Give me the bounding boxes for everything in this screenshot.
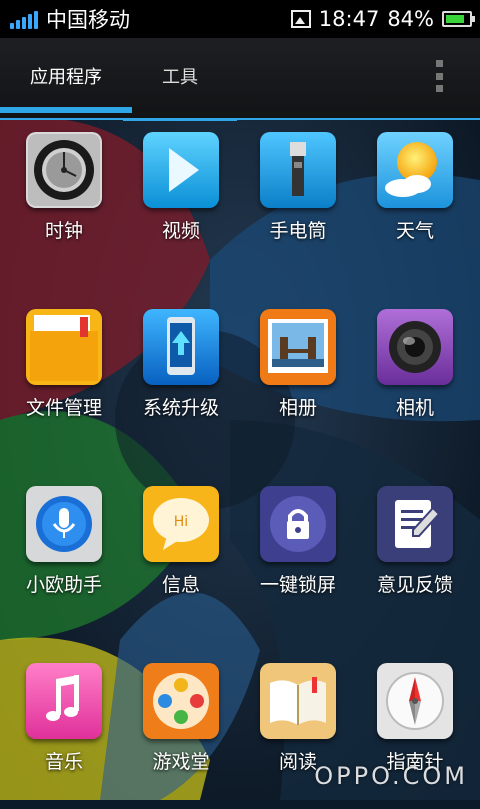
app-label: 意见反馈 <box>376 574 453 596</box>
app-feedback[interactable]: 意见反馈 <box>355 472 475 632</box>
gamepad-icon <box>143 663 219 739</box>
microphone-icon <box>26 486 102 562</box>
app-voice-assistant[interactable]: 小欧助手 <box>4 472 124 632</box>
app-label: 系统升级 <box>142 397 219 419</box>
app-music[interactable]: 音乐 <box>4 649 124 809</box>
app-system-update[interactable]: 系统升级 <box>121 295 241 455</box>
app-game-center[interactable]: 游戏堂 <box>121 649 241 809</box>
book-icon <box>260 663 336 739</box>
app-file-manager[interactable]: 文件管理 <box>4 295 124 455</box>
app-clock[interactable]: 时钟 <box>4 118 124 278</box>
message-bubble-icon: Hi <box>143 486 219 562</box>
app-gallery[interactable]: 相册 <box>238 295 358 455</box>
app-flashlight[interactable]: 手电筒 <box>238 118 358 278</box>
clock-icon <box>26 132 102 208</box>
music-note-icon <box>26 663 102 739</box>
app-video[interactable]: 视频 <box>121 118 241 278</box>
app-label: 相册 <box>278 397 317 419</box>
app-camera[interactable]: 相机 <box>355 295 475 455</box>
flashlight-icon <box>260 132 336 208</box>
app-label: 一键锁屏 <box>259 574 336 596</box>
tab-divider-line <box>123 119 237 121</box>
tab-tools-label: 工具 <box>162 67 198 88</box>
weather-sun-icon <box>377 132 453 208</box>
app-lock-screen[interactable]: 一键锁屏 <box>238 472 358 632</box>
tab-tools[interactable]: 工具 <box>125 38 235 114</box>
tab-apps-label: 应用程序 <box>30 67 102 88</box>
app-weather[interactable]: 天气 <box>355 118 475 278</box>
battery-icon <box>442 11 475 27</box>
image-notification-icon <box>290 10 311 28</box>
gallery-icon <box>260 309 336 385</box>
clock-time: 18:47 <box>318 7 380 31</box>
compass-icon <box>377 663 453 739</box>
app-label: 时钟 <box>44 220 83 242</box>
battery-percent: 84% <box>387 7 434 31</box>
camera-icon <box>377 309 453 385</box>
carrier-name: 中国移动 <box>46 8 130 32</box>
app-label: 天气 <box>395 220 434 242</box>
app-messages[interactable]: Hi 信息 <box>121 472 241 632</box>
app-label: 音乐 <box>44 751 83 773</box>
watermark: OPPO.COM <box>314 762 468 790</box>
app-label: 手电筒 <box>269 220 327 242</box>
app-grid: 时钟 视频 手电筒 天气 文件管理 系统升级 相册 相机 小欧助手 Hi 信息 … <box>0 118 480 800</box>
app-label: 信息 <box>161 574 200 596</box>
app-label: 视频 <box>161 220 200 242</box>
overflow-menu-icon[interactable] <box>436 60 444 92</box>
status-bar: 中国移动 18:47 84% <box>0 0 480 38</box>
lock-icon <box>260 486 336 562</box>
feedback-icon <box>377 486 453 562</box>
battery-fill <box>446 15 464 23</box>
app-label: 文件管理 <box>25 397 102 419</box>
video-play-icon <box>143 132 219 208</box>
app-label: 相机 <box>395 397 434 419</box>
app-label: 小欧助手 <box>25 574 102 596</box>
app-label: 游戏堂 <box>152 751 210 773</box>
tab-apps[interactable]: 应用程序 <box>0 38 132 114</box>
svg-text:Hi: Hi <box>174 514 188 530</box>
tab-bar: 应用程序 工具 <box>0 38 480 121</box>
signal-strength-icon <box>10 9 38 29</box>
system-update-icon <box>143 309 219 385</box>
tab-selected-indicator <box>0 107 132 113</box>
folder-icon <box>26 309 102 385</box>
